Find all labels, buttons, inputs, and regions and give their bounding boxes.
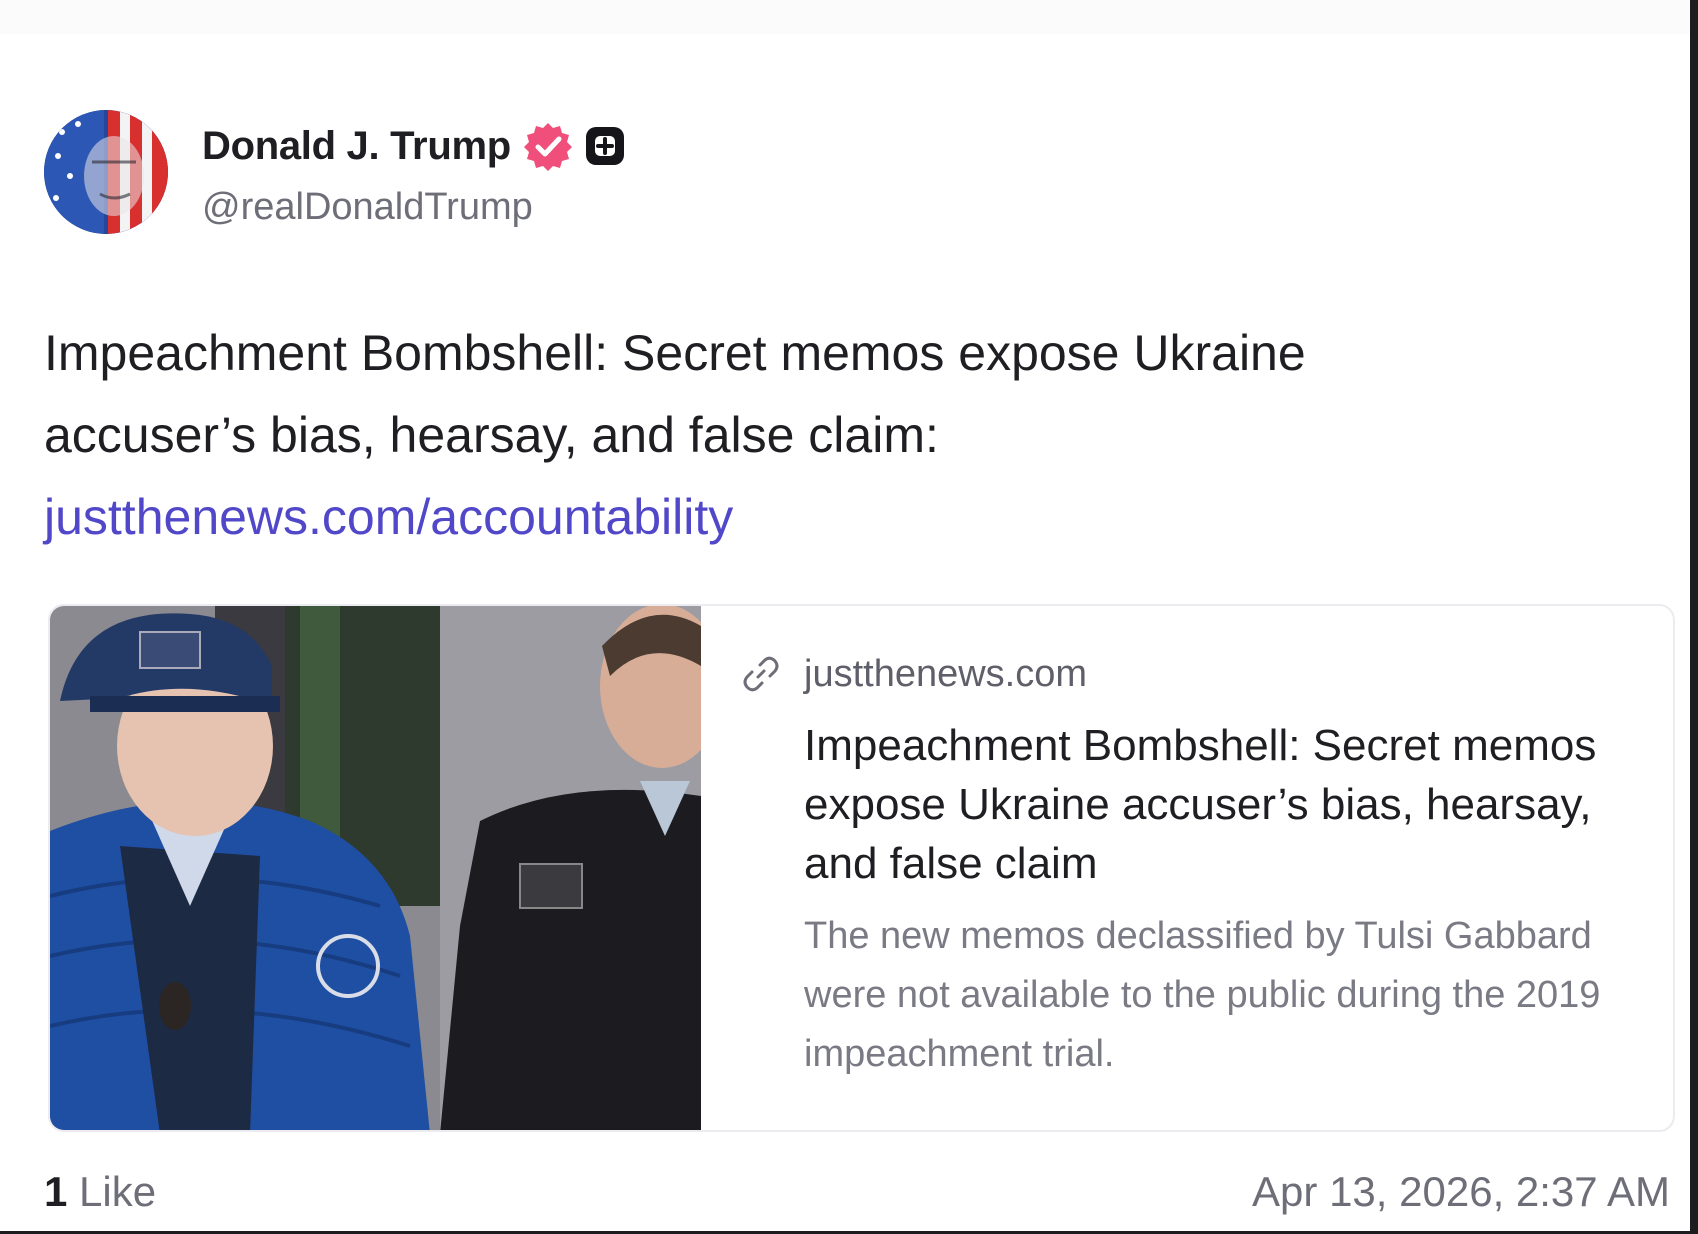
card-body: justthenews.com Impeachment Bombshell: S… [740, 650, 1640, 1084]
post-timestamp[interactable]: Apr 13, 2026, 2:37 AM [1252, 1168, 1670, 1216]
article-photo [50, 606, 701, 1130]
card-title[interactable]: Impeachment Bombshell: Secret memos expo… [804, 716, 1604, 893]
author-name-row: Donald J. Trump [202, 118, 625, 174]
like-label: Like [67, 1168, 157, 1215]
link-preview-card[interactable]: justthenews.com Impeachment Bombshell: S… [48, 604, 1675, 1132]
like-counter[interactable]: 1 Like [44, 1168, 156, 1216]
truth-post: Donald J. Trump @realDonaldTrump Impeach… [0, 0, 1690, 1231]
link-icon [743, 656, 779, 692]
author-handle[interactable]: @realDonaldTrump [202, 186, 533, 229]
avatar[interactable] [44, 110, 168, 234]
window-edge-right [1690, 0, 1698, 1234]
post-text-line: accuser’s bias, hearsay, and false claim… [44, 407, 939, 463]
plus-badge-icon [585, 127, 624, 165]
post-link[interactable]: justthenews.com/accountability [44, 489, 733, 545]
like-count: 1 [44, 1168, 68, 1215]
verified-badge-icon [523, 123, 572, 171]
flag-portrait-avatar-icon [44, 110, 168, 234]
card-domain: justthenews.com [804, 652, 1088, 695]
post-text: Impeachment Bombshell: Secret memos expo… [44, 312, 1604, 558]
author-display-name[interactable]: Donald J. Trump [202, 124, 511, 169]
card-domain-row: justthenews.com [740, 650, 1640, 698]
post-text-line: Impeachment Bombshell: Secret memos expo… [44, 325, 1306, 381]
card-description: The new memos declassified by Tulsi Gabb… [804, 915, 1601, 1075]
